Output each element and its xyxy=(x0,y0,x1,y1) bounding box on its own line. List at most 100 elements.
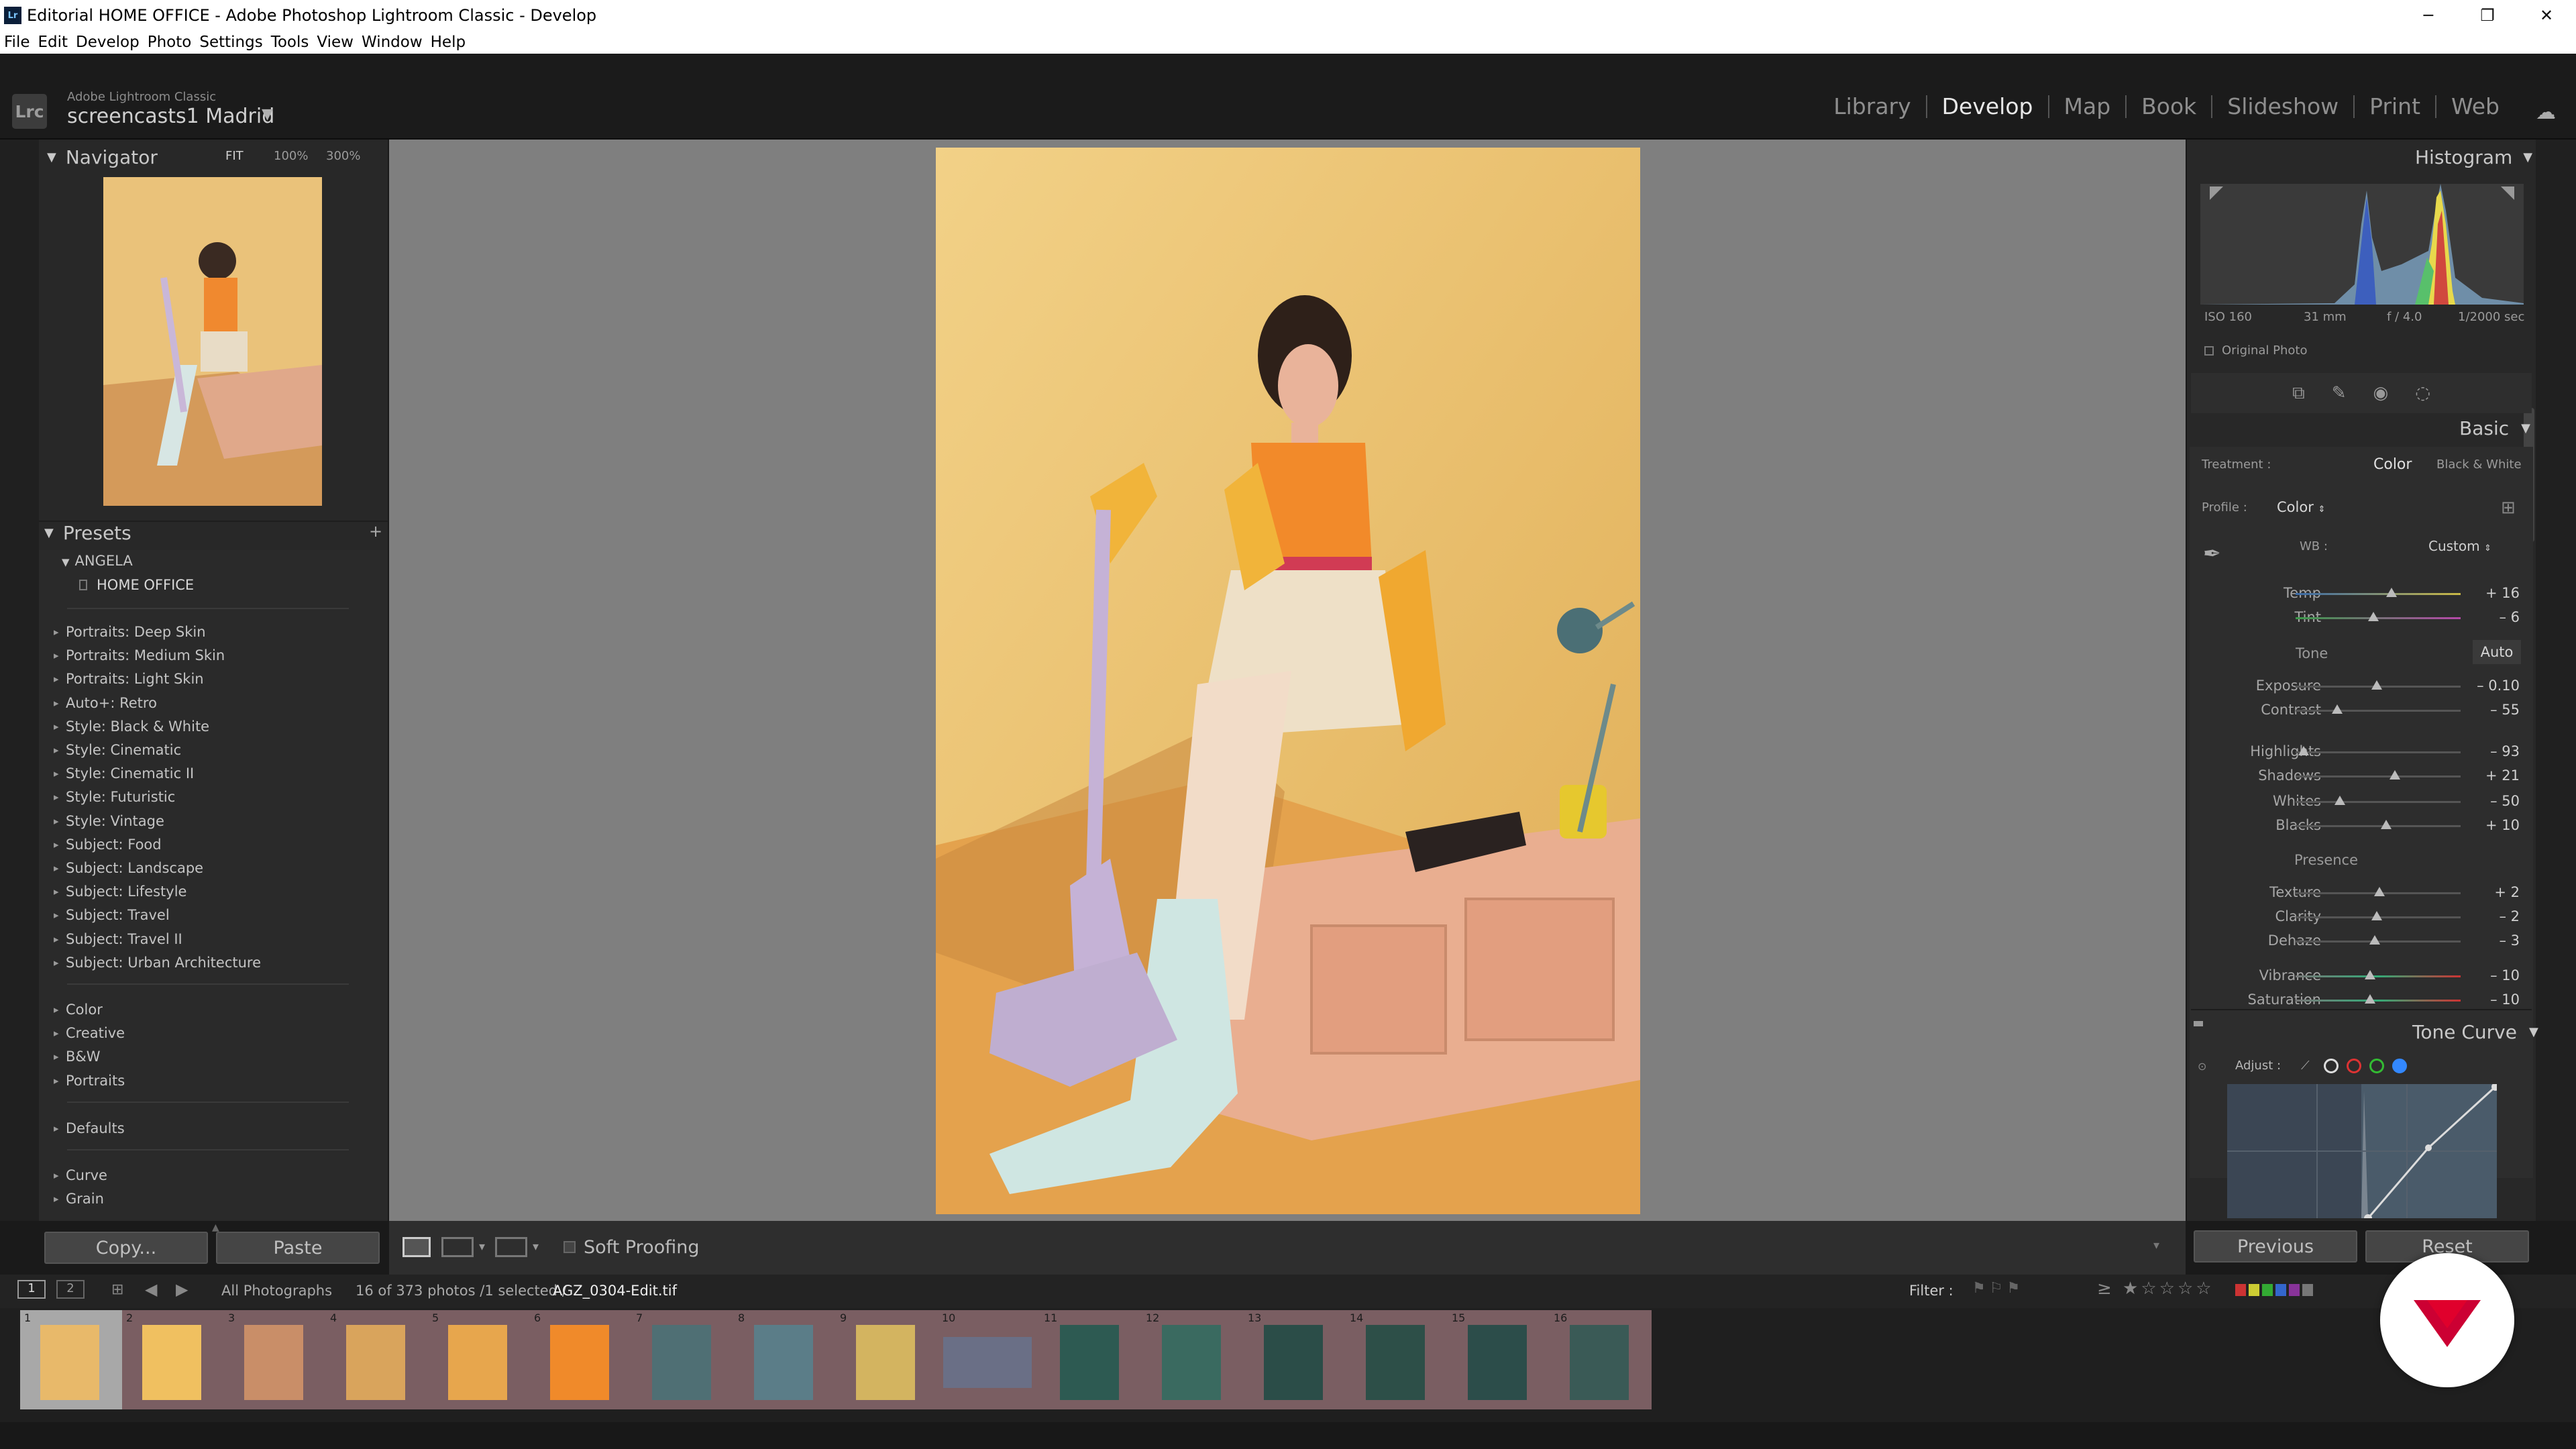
menu-tools[interactable]: Tools xyxy=(271,34,309,51)
module-slideshow[interactable]: Slideshow xyxy=(2211,95,2353,118)
slider-thumb[interactable] xyxy=(2371,680,2382,690)
slider-track[interactable] xyxy=(2296,710,2461,712)
profile-dropdown[interactable]: Color ⇕ xyxy=(2277,499,2325,515)
purple-label-icon[interactable] xyxy=(2289,1284,2300,1296)
slider-value[interactable]: – 3 xyxy=(2462,932,2520,949)
menu-develop[interactable]: Develop xyxy=(76,34,140,51)
yellow-label-icon[interactable] xyxy=(2249,1284,2259,1296)
slider-thumb[interactable] xyxy=(2298,746,2310,755)
filmstrip-edge[interactable] xyxy=(0,1422,2576,1449)
tone-curve-header[interactable]: Tone Curve ▼ xyxy=(2412,1021,2538,1043)
slider-track[interactable] xyxy=(2296,1000,2461,1002)
back-arrow-icon[interactable]: ◀ xyxy=(145,1280,157,1299)
gray-label-icon[interactable] xyxy=(2302,1284,2313,1296)
menu-photo[interactable]: Photo xyxy=(148,34,192,51)
preset-group-item[interactable]: Portraits: Medium Skin xyxy=(54,647,225,663)
menu-edit[interactable]: Edit xyxy=(38,34,68,51)
wb-dropdown[interactable]: Custom ⇕ xyxy=(2428,538,2491,554)
slider-value[interactable]: + 10 xyxy=(2462,817,2520,833)
zoom-100[interactable]: 100% xyxy=(274,149,308,163)
navigator-preview[interactable] xyxy=(103,177,322,506)
navigator-header[interactable]: ▼ Navigator xyxy=(47,146,158,168)
menu-settings[interactable]: Settings xyxy=(199,34,262,51)
module-develop[interactable]: Develop xyxy=(1925,95,2048,118)
add-preset-icon[interactable]: + xyxy=(369,522,382,541)
filmstrip-thumbnail[interactable]: 10 xyxy=(938,1310,1040,1409)
filmstrip-thumbnail[interactable]: 2 xyxy=(122,1310,224,1409)
green-label-icon[interactable] xyxy=(2262,1284,2273,1296)
slider-value[interactable]: + 2 xyxy=(2462,884,2520,900)
filmstrip-thumbnail[interactable]: 16 xyxy=(1550,1310,1652,1409)
filmstrip-thumbnail[interactable]: 5 xyxy=(428,1310,530,1409)
filmstrip-thumbnail[interactable]: 1 xyxy=(20,1310,122,1409)
preset-group-item[interactable]: Style: Vintage xyxy=(54,813,164,829)
preset-group-item[interactable]: Style: Cinematic xyxy=(54,742,181,758)
forward-arrow-icon[interactable]: ▶ xyxy=(176,1280,188,1299)
blue-label-icon[interactable] xyxy=(2275,1284,2286,1296)
basic-header[interactable]: Basic ▼ xyxy=(2459,417,2530,439)
module-web[interactable]: Web xyxy=(2435,95,2514,118)
main-photo[interactable] xyxy=(936,148,1640,1214)
module-library[interactable]: Library xyxy=(1819,95,1925,118)
zoom-fit[interactable]: FIT xyxy=(225,149,244,163)
slider-thumb[interactable] xyxy=(2334,796,2346,805)
right-panel-edge[interactable] xyxy=(2536,140,2576,1221)
soft-proof-checkbox[interactable] xyxy=(564,1241,576,1253)
slider-value[interactable]: – 0.10 xyxy=(2462,678,2520,694)
slider-thumb[interactable] xyxy=(2389,770,2400,780)
presets-header[interactable]: ▼ Presets xyxy=(44,522,131,544)
slider-value[interactable]: – 6 xyxy=(2462,609,2520,625)
preset-group-angela[interactable]: ▼ ANGELA xyxy=(62,553,133,569)
slider-value[interactable]: – 55 xyxy=(2462,702,2520,718)
histogram-header[interactable]: Histogram ▼ xyxy=(2415,146,2532,168)
slider-thumb[interactable] xyxy=(2371,911,2382,920)
masking-icon[interactable]: ◌ xyxy=(2415,383,2430,403)
point-curve-green-icon[interactable] xyxy=(2369,1059,2384,1073)
catalog-dropdown-icon[interactable]: ▼ xyxy=(262,106,273,123)
flag-filter-icons[interactable]: ⚑⚐⚑ xyxy=(1972,1280,2024,1297)
filmstrip-thumbnail[interactable]: 9 xyxy=(836,1310,938,1409)
filmstrip-thumbnail[interactable]: 7 xyxy=(632,1310,734,1409)
zoom-300[interactable]: 300% xyxy=(326,149,360,163)
preset-group-item[interactable]: Curve xyxy=(54,1167,107,1183)
slider-thumb[interactable] xyxy=(2331,704,2343,714)
filmstrip-thumbnail[interactable]: 14 xyxy=(1346,1310,1448,1409)
slider-value[interactable]: – 93 xyxy=(2462,743,2520,759)
preset-group-item[interactable]: Subject: Travel II xyxy=(54,931,182,947)
module-book[interactable]: Book xyxy=(2125,95,2211,118)
slider-thumb[interactable] xyxy=(2381,820,2392,829)
copy-button[interactable]: Copy... xyxy=(44,1232,208,1264)
preset-group-item[interactable]: Creative xyxy=(54,1025,125,1041)
menu-view[interactable]: View xyxy=(317,34,354,51)
point-curve-red-icon[interactable] xyxy=(2347,1059,2361,1073)
main-window-button[interactable]: 1 xyxy=(17,1280,46,1299)
slider-track[interactable] xyxy=(2296,593,2461,595)
toolbar-menu-icon[interactable]: ▾ xyxy=(2153,1238,2159,1252)
previous-button[interactable]: Previous xyxy=(2194,1230,2357,1263)
preset-group-item[interactable]: Defaults xyxy=(54,1120,125,1136)
rating-filter-stars[interactable]: ≥ ★☆☆☆☆ xyxy=(2097,1279,2214,1299)
filmstrip-thumbnail[interactable]: 11 xyxy=(1040,1310,1142,1409)
left-panel-edge[interactable] xyxy=(0,140,39,1221)
preset-group-item[interactable]: Subject: Travel xyxy=(54,907,170,923)
filmstrip-thumbnail[interactable]: 13 xyxy=(1244,1310,1346,1409)
color-label-filter[interactable] xyxy=(2235,1284,2313,1296)
panel-toggle-icon[interactable] xyxy=(2194,1021,2203,1026)
close-button[interactable]: ✕ xyxy=(2517,0,2576,31)
preset-home-office[interactable]: HOME OFFICE xyxy=(79,577,194,593)
filmstrip-thumbnail[interactable]: 12 xyxy=(1142,1310,1244,1409)
slider-thumb[interactable] xyxy=(2364,970,2375,979)
menu-file[interactable]: File xyxy=(4,34,30,51)
slider-value[interactable]: + 16 xyxy=(2462,585,2520,601)
grid-view-icon[interactable]: ⊞ xyxy=(111,1281,123,1298)
menu-window[interactable]: Window xyxy=(362,34,423,51)
treatment-bw[interactable]: Black & White xyxy=(2436,458,2522,472)
slider-value[interactable]: – 50 xyxy=(2462,793,2520,809)
slider-thumb[interactable] xyxy=(2364,994,2375,1004)
preset-group-item[interactable]: Grain xyxy=(54,1191,104,1207)
source-label[interactable]: All Photographs xyxy=(221,1283,332,1299)
auto-tone-button[interactable]: Auto xyxy=(2473,640,2521,664)
profile-browser-icon[interactable]: ⊞ xyxy=(2501,498,2516,518)
slider-value[interactable]: – 10 xyxy=(2462,991,2520,1008)
preset-group-item[interactable]: B&W xyxy=(54,1049,100,1065)
